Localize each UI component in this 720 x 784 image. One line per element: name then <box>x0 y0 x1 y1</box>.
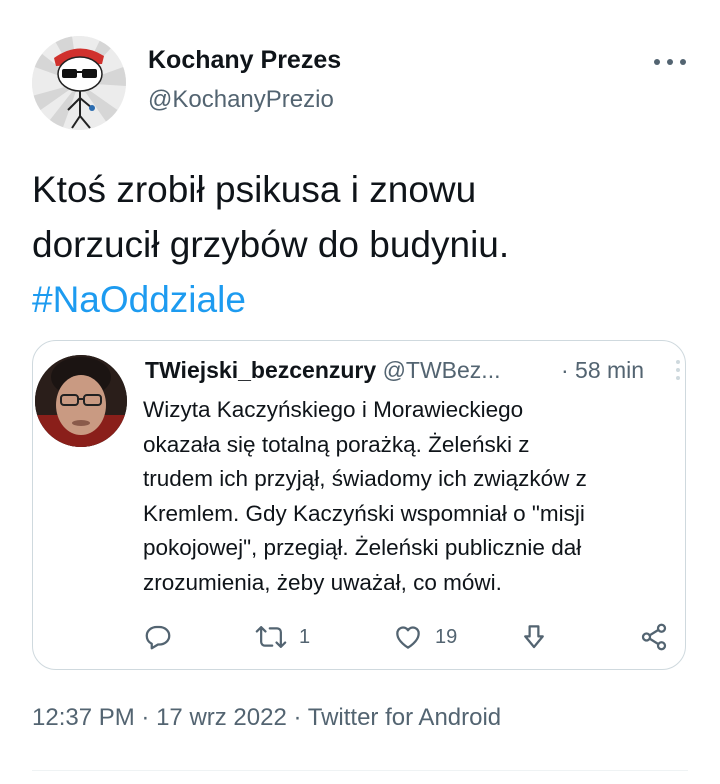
quoted-author-name[interactable]: TWiejski_bezcenzury <box>145 357 376 383</box>
tweet-time[interactable]: 12:37 PM <box>32 704 135 731</box>
quoted-tweet-text: Wizyta Kaczyńskiego i Morawieckiego okaz… <box>143 393 683 601</box>
like-count: 19 <box>435 625 458 648</box>
quoted-text-line: pokojowej", przegiął. Żeleński publiczni… <box>143 535 582 561</box>
avatar-photo <box>35 355 127 447</box>
share-icon <box>641 623 667 651</box>
quoted-tweet-actions: 1 19 <box>33 617 685 657</box>
tweet-date[interactable]: 17 wrz 2022 <box>156 704 287 731</box>
quoted-text-line: okazała się totalną porażką. Żeleński z <box>143 431 530 457</box>
quoted-author-avatar[interactable] <box>35 355 127 447</box>
author-name[interactable]: Kochany Prezes <box>148 46 341 75</box>
quoted-text-line: Kremlem. Gdy Kaczyński wspomniał o "misj… <box>143 500 585 526</box>
share-button[interactable] <box>639 617 669 657</box>
retweet-button[interactable]: 1 <box>255 617 310 657</box>
heart-icon <box>396 626 420 649</box>
reply-button[interactable] <box>143 617 173 657</box>
tweet-text-line: Ktoś zrobił psikusa i znowu <box>32 169 477 210</box>
like-button[interactable]: 19 <box>393 617 457 657</box>
quoted-text-line: Wizyta Kaczyńskiego i Morawieckiego <box>143 397 524 422</box>
quoted-tweet-header: TWiejski_bezcenzury @TWBez... <box>145 357 500 384</box>
avatar-illustration <box>32 36 126 130</box>
hashtag-link[interactable]: #NaOddziale <box>32 272 692 327</box>
more-options-icon[interactable] <box>650 50 690 74</box>
tweet: Kochany Prezes @KochanyPrezio Ktoś zrobi… <box>0 0 720 784</box>
download-button[interactable] <box>519 617 549 657</box>
quoted-author-handle[interactable]: @TWBez... <box>383 357 501 383</box>
quoted-text-line: zrozumienia, żeby uważał, co mówi. <box>143 569 502 595</box>
author-handle[interactable]: @KochanyPrezio <box>148 86 334 114</box>
quoted-text-line: trudem ich przyjął, świadomy ich związkó… <box>143 466 587 492</box>
tweet-text: Ktoś zrobił psikusa i znowu dorzucił grz… <box>32 162 692 327</box>
tweet-metadata: 12:37 PM · 17 wrz 2022 · Twitter for And… <box>32 704 501 732</box>
meta-separator: · <box>293 704 302 731</box>
quoted-tweet-time[interactable]: · 58 min <box>561 357 644 384</box>
tweet-text-line: dorzucił grzybów do budyniu. <box>32 224 510 265</box>
quoted-tweet-card[interactable]: TWiejski_bezcenzury @TWBez... · 58 min W… <box>32 340 686 670</box>
author-avatar[interactable] <box>32 36 126 130</box>
download-icon <box>524 625 544 649</box>
retweet-icon <box>255 626 287 648</box>
scroll-handle-icon <box>675 359 681 381</box>
divider <box>32 770 688 771</box>
retweet-count: 1 <box>299 625 311 648</box>
meta-separator: · <box>141 704 150 731</box>
reply-icon <box>145 625 171 650</box>
tweet-source[interactable]: Twitter for Android <box>308 704 501 731</box>
